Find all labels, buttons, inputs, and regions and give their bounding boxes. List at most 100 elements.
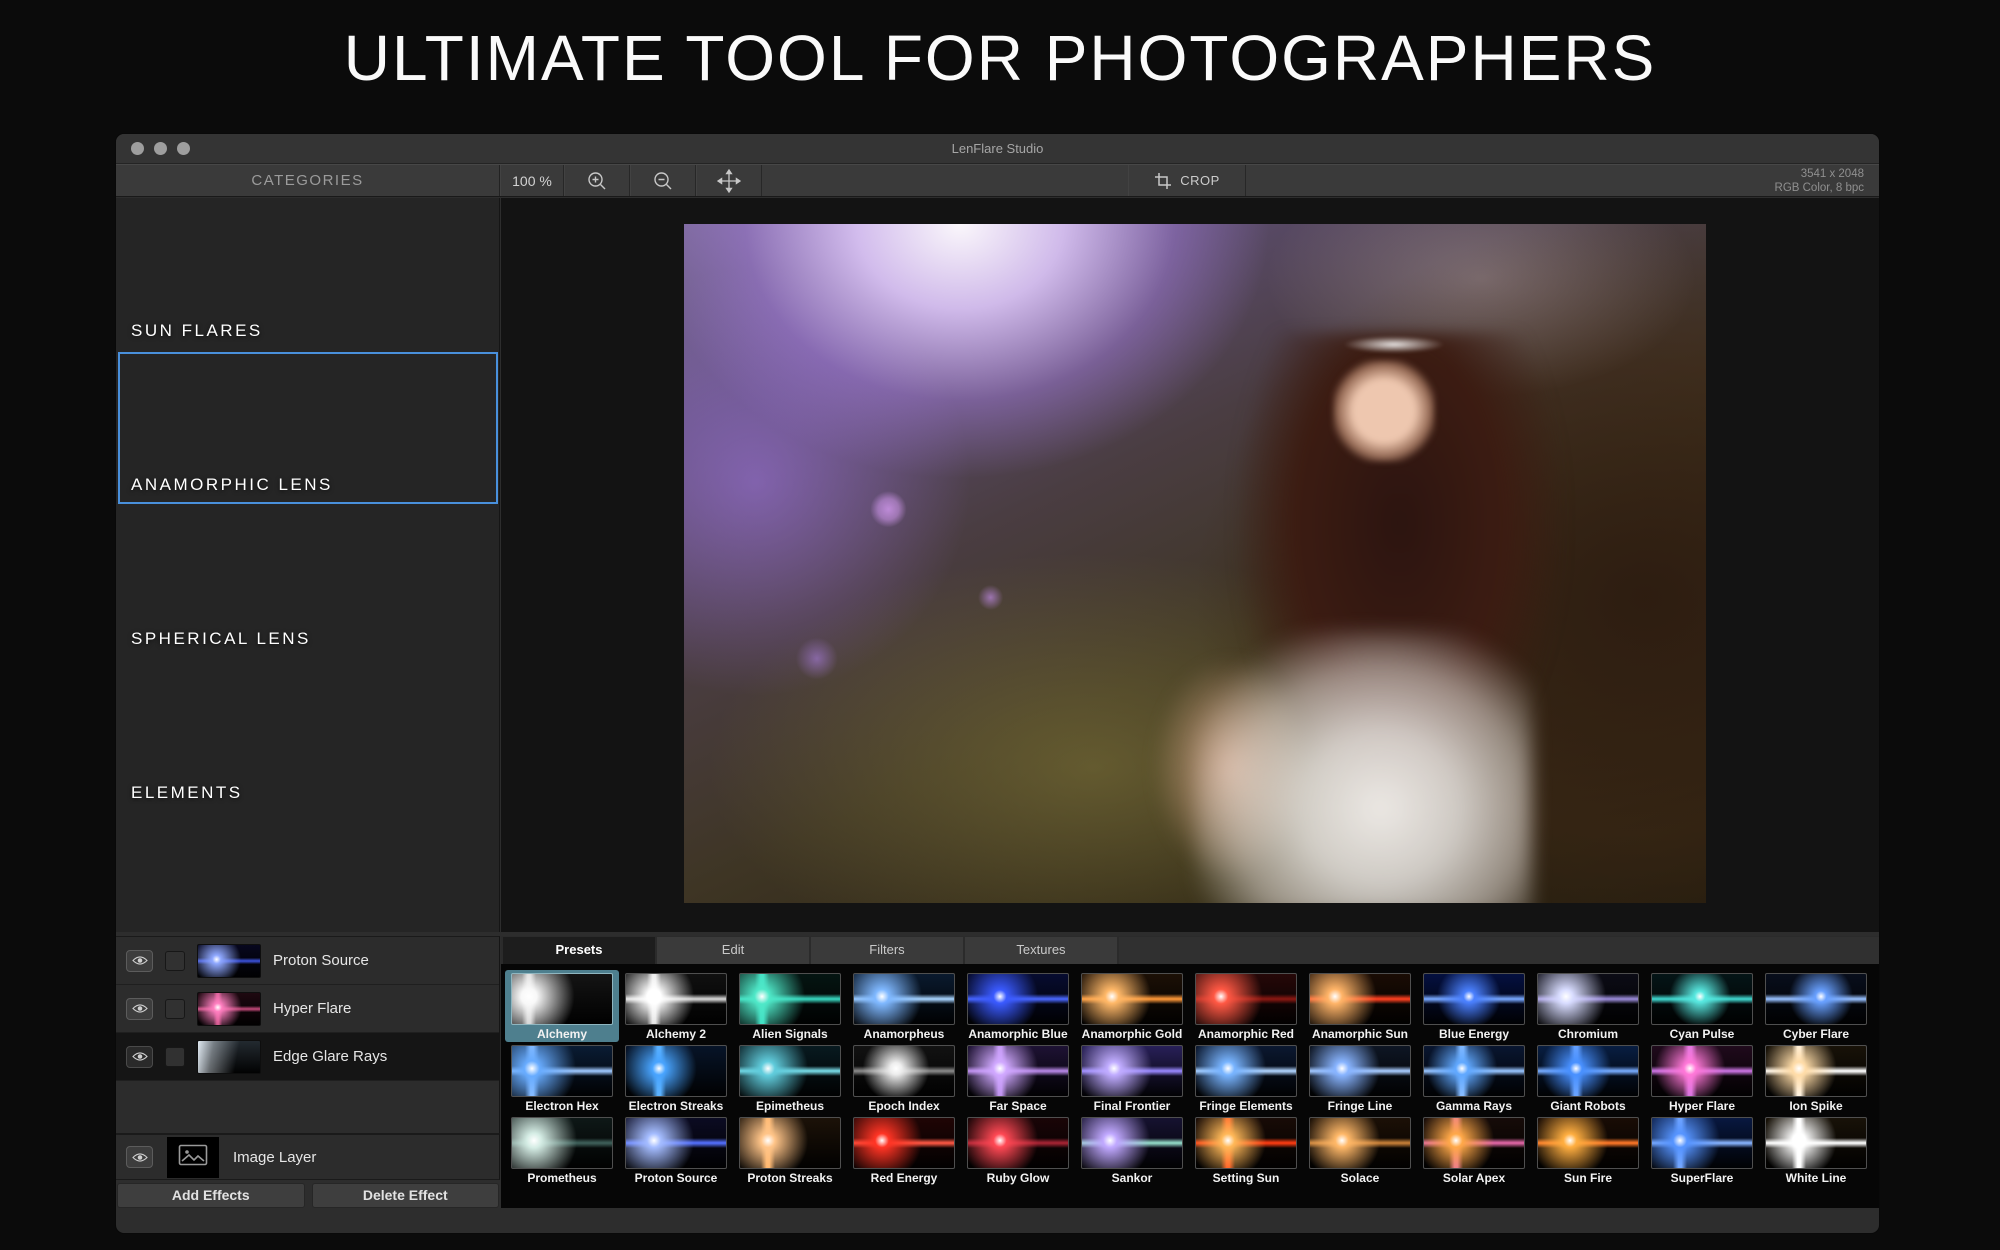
crop-button[interactable]: CROP [1128,165,1246,196]
preset-cyber-flare[interactable]: Cyber Flare [1759,970,1873,1042]
preset-setting-sun[interactable]: Setting Sun [1189,1114,1303,1186]
toolbar-spacer [762,165,1128,196]
preset-alien-signals[interactable]: Alien Signals [733,970,847,1042]
preset-name: Alchemy [505,1027,619,1041]
preset-epimetheus[interactable]: Epimetheus [733,1042,847,1114]
preset-sun-fire[interactable]: Sun Fire [1531,1114,1645,1186]
preset-thumbnail [511,1117,613,1169]
preset-epoch-index[interactable]: Epoch Index [847,1042,961,1114]
effect-layer-row-hyper-flare[interactable]: Hyper Flare [116,985,499,1033]
image-layer-row[interactable]: Image Layer [116,1133,500,1180]
category-item-spherical-lens[interactable]: SPHERICAL LENS [118,506,498,658]
preset-thumbnail [1081,973,1183,1025]
preset-thumbnail [625,1117,727,1169]
preset-sankor[interactable]: Sankor [1075,1114,1189,1186]
preset-anamorphic-sun[interactable]: Anamorphic Sun [1303,970,1417,1042]
preset-name: Proton Streaks [733,1171,847,1185]
preset-name: Electron Hex [505,1099,619,1113]
preset-alchemy[interactable]: Alchemy [505,970,619,1042]
preset-thumbnail [1423,1117,1525,1169]
delete-effect-button[interactable]: Delete Effect [312,1183,500,1208]
preset-superflare[interactable]: SuperFlare [1645,1114,1759,1186]
tab-presets[interactable]: Presets [503,937,655,964]
preset-name: Fringe Elements [1189,1099,1303,1113]
preset-name: Solar Apex [1417,1171,1531,1185]
zoom-level[interactable]: 100 % [500,165,564,196]
preset-thumbnail [1423,973,1525,1025]
category-item-untitled-5[interactable] [118,814,498,932]
preset-giant-robots[interactable]: Giant Robots [1531,1042,1645,1114]
preset-thumbnail [739,1045,841,1097]
tab-edit[interactable]: Edit [657,937,809,964]
layer-name: Proton Source [273,952,369,969]
preset-thumbnail [1651,1117,1753,1169]
layer-checkbox[interactable] [165,1047,185,1067]
preset-ion-spike[interactable]: Ion Spike [1759,1042,1873,1114]
preset-proton-streaks[interactable]: Proton Streaks [733,1114,847,1186]
preset-name: Epimetheus [733,1099,847,1113]
preset-proton-source[interactable]: Proton Source [619,1114,733,1186]
preset-chromium[interactable]: Chromium [1531,970,1645,1042]
preset-thumbnail [1081,1117,1183,1169]
preset-fringe-elements[interactable]: Fringe Elements [1189,1042,1303,1114]
preset-solar-apex[interactable]: Solar Apex [1417,1114,1531,1186]
canvas[interactable] [501,198,1880,932]
layer-checkbox[interactable] [165,999,185,1019]
preset-anamorpheus[interactable]: Anamorpheus [847,970,961,1042]
preset-white-line[interactable]: White Line [1759,1114,1873,1186]
layer-visibility-button[interactable] [126,1046,153,1068]
preset-name: Ruby Glow [961,1171,1075,1185]
tab-filters[interactable]: Filters [811,937,963,964]
preset-thumbnail [1195,1117,1297,1169]
preset-anamorphic-red[interactable]: Anamorphic Red [1189,970,1303,1042]
zoom-in-button[interactable] [564,165,630,196]
add-effects-button[interactable]: Add Effects [117,1183,305,1208]
preset-electron-streaks[interactable]: Electron Streaks [619,1042,733,1114]
preset-thumbnail [1765,1117,1867,1169]
preset-electron-hex[interactable]: Electron Hex [505,1042,619,1114]
layer-thumbnail [197,992,261,1026]
preset-cyan-pulse[interactable]: Cyan Pulse [1645,970,1759,1042]
preset-name: Setting Sun [1189,1171,1303,1185]
preset-alchemy-2[interactable]: Alchemy 2 [619,970,733,1042]
photo-bride [684,224,1706,903]
preset-name: Solace [1303,1171,1417,1185]
preset-prometheus[interactable]: Prometheus [505,1114,619,1186]
preset-thumbnail [1195,1045,1297,1097]
layer-visibility-button[interactable] [126,998,153,1020]
category-item-sun-flares[interactable]: SUN FLARES [118,198,498,350]
preset-anamorphic-blue[interactable]: Anamorphic Blue [961,970,1075,1042]
preset-thumbnail [1765,973,1867,1025]
layer-visibility-button[interactable] [126,950,153,972]
tab-textures[interactable]: Textures [965,937,1117,964]
preset-anamorphic-gold[interactable]: Anamorphic Gold [1075,970,1189,1042]
preset-thumbnail [1651,973,1753,1025]
preset-thumbnail [853,1045,955,1097]
preset-blue-energy[interactable]: Blue Energy [1417,970,1531,1042]
preset-thumbnail [967,973,1069,1025]
preset-final-frontier[interactable]: Final Frontier [1075,1042,1189,1114]
preset-name: Cyber Flare [1759,1027,1873,1041]
preset-ruby-glow[interactable]: Ruby Glow [961,1114,1075,1186]
panel-tabs: PresetsEditFiltersTextures [501,936,1880,964]
move-button[interactable] [696,165,762,196]
preset-name: Proton Source [619,1171,733,1185]
category-item-anamorphic-lens[interactable]: ANAMORPHIC LENS [118,352,498,504]
zoom-out-button[interactable] [630,165,696,196]
preset-gamma-rays[interactable]: Gamma Rays [1417,1042,1531,1114]
preset-solace[interactable]: Solace [1303,1114,1417,1186]
effect-layer-row-edge-glare-rays[interactable]: Edge Glare Rays [116,1033,499,1081]
effect-layer-row-proton-source[interactable]: Proton Source [116,937,499,985]
image-layer-visibility-button[interactable] [126,1146,153,1168]
preset-red-energy[interactable]: Red Energy [847,1114,961,1186]
preset-fringe-line[interactable]: Fringe Line [1303,1042,1417,1114]
layer-thumbnail [197,1040,261,1074]
layer-checkbox[interactable] [165,951,185,971]
preset-name: Chromium [1531,1027,1645,1041]
preset-far-space[interactable]: Far Space [961,1042,1075,1114]
preset-hyper-flare[interactable]: Hyper Flare [1645,1042,1759,1114]
toolbar: CATEGORIES 100 % [116,164,1879,197]
image-layer-thumbnail [167,1137,219,1178]
category-item-elements[interactable]: ELEMENTS [118,660,498,812]
preset-name: SuperFlare [1645,1171,1759,1185]
